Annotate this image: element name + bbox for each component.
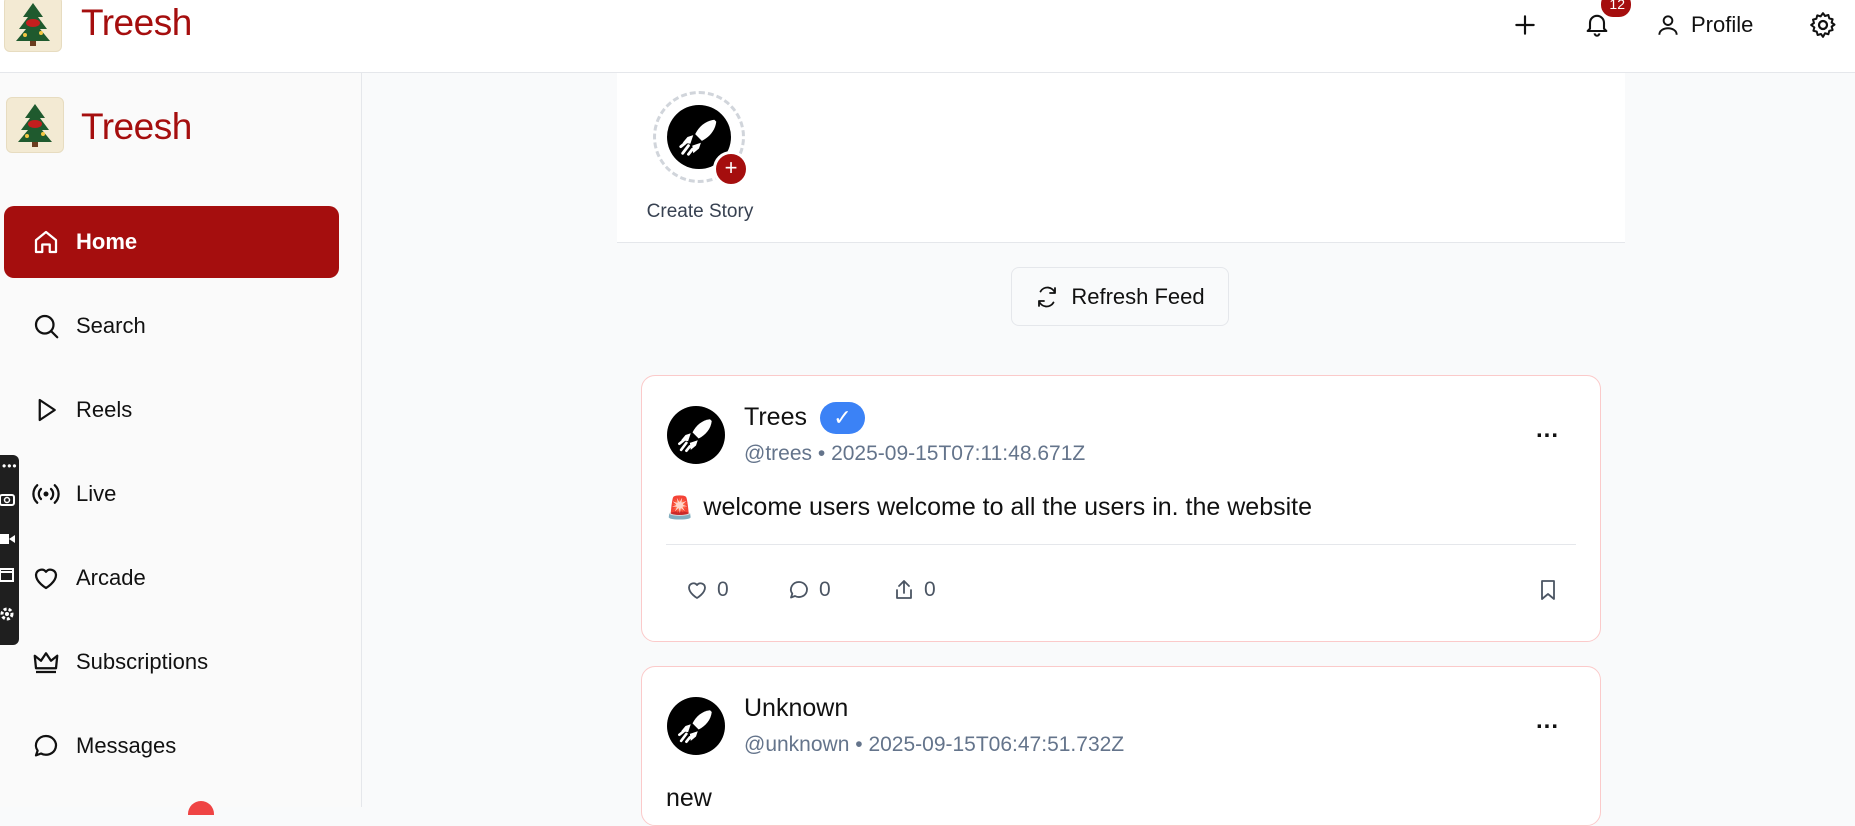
comment-icon [790, 581, 808, 599]
post-text: new [666, 784, 712, 812]
post-divider [666, 544, 1576, 545]
share-icon [896, 580, 912, 599]
play-icon [28, 392, 64, 428]
home-icon [28, 224, 64, 260]
toolbar-more-icon[interactable]: ••• [2, 459, 18, 473]
post-meta: @trees • 2025-09-15T07:11:48.671Z [744, 442, 1085, 466]
post-meta: @unknown • 2025-09-15T06:47:51.732Z [744, 733, 1124, 757]
share-button[interactable]: 0 [892, 578, 936, 602]
share-count: 0 [924, 578, 936, 601]
sidebar-item-label: Subscriptions [76, 649, 209, 674]
profile-button[interactable]: Profile [1655, 8, 1753, 42]
post-timestamp: 2025-09-15T07:11:48.671Z [831, 442, 1086, 465]
video-icon[interactable] [0, 531, 16, 547]
top-bar: Treesh 12 Profile [0, 0, 1855, 73]
verified-badge: ✓ [820, 402, 865, 434]
comment-count: 0 [819, 578, 831, 601]
sidebar-item-arcade[interactable]: Arcade [4, 542, 339, 614]
chat-icon [28, 728, 64, 764]
refresh-icon [1038, 286, 1057, 307]
crown-icon [28, 644, 64, 680]
sidebar-item-label: Search [76, 313, 146, 338]
refresh-feed-label: Refresh Feed [1071, 283, 1205, 309]
add-story-plus-icon[interactable]: + [713, 151, 749, 187]
floating-toolbar: ••• [0, 455, 19, 645]
siren-emoji: 🚨 [666, 494, 694, 520]
post-text: welcome users welcome to all the users i… [703, 493, 1313, 521]
sidebar-red-badge [188, 801, 214, 815]
app-logo[interactable] [4, 0, 62, 52]
post-more-button[interactable]: ... [1536, 416, 1559, 444]
sidebar-item-home[interactable]: Home [4, 206, 339, 278]
sidebar-item-label: Arcade [76, 565, 146, 590]
post-timestamp: 2025-09-15T06:47:51.732Z [868, 733, 1125, 756]
sidebar-item-messages[interactable]: Messages [4, 710, 339, 782]
profile-label: Profile [1691, 12, 1754, 37]
post-handle[interactable]: @unknown [744, 733, 849, 756]
plus-icon [1515, 15, 1535, 35]
sidebar-brand-name[interactable]: Treesh [81, 106, 192, 148]
stories-bar: + Create Story [617, 73, 1625, 243]
post-author-name[interactable]: Trees [744, 403, 807, 432]
rocket-icon [679, 119, 717, 156]
like-button[interactable]: 0 [685, 578, 729, 602]
tree-logo-icon [18, 104, 52, 147]
rocket-icon [678, 710, 712, 744]
sidebar: Treesh Home Search Reels Live Arcade Sub… [0, 73, 362, 815]
camera-icon[interactable] [0, 491, 16, 507]
comment-button[interactable]: 0 [787, 578, 831, 602]
sidebar-logo[interactable] [6, 97, 64, 153]
gear-icon [1810, 12, 1836, 38]
user-icon [1658, 15, 1678, 35]
post-handle[interactable]: @trees [744, 442, 812, 465]
sidebar-item-label: Messages [76, 733, 177, 758]
meta-separator: • [817, 442, 826, 465]
sidebar-item-search[interactable]: Search [4, 290, 339, 362]
meta-separator: • [855, 733, 863, 756]
bookmark-icon [1541, 580, 1555, 600]
rocket-icon [678, 419, 712, 453]
gear-icon[interactable] [0, 605, 16, 623]
post-card: Unknown @unknown • 2025-09-15T06:47:51.7… [641, 666, 1601, 826]
post-content: 🚨 welcome users welcome to all the users… [666, 493, 1312, 522]
sidebar-item-subscriptions[interactable]: Subscriptions [4, 626, 339, 698]
create-button[interactable] [1508, 8, 1542, 42]
sidebar-item-label: Home [76, 229, 138, 254]
settings-button[interactable] [1805, 7, 1841, 43]
sidebar-item-label: Reels [76, 397, 133, 422]
app-brand-name[interactable]: Treesh [81, 2, 192, 44]
avatar[interactable] [667, 406, 725, 464]
bookmark-button[interactable] [1536, 578, 1560, 602]
heart-icon [688, 582, 706, 599]
refresh-feed-button[interactable]: Refresh Feed [1011, 267, 1229, 326]
notification-count-badge: 12 [1601, 0, 1631, 17]
create-story-label: Create Story [646, 201, 754, 222]
sidebar-item-label: Live [76, 481, 117, 506]
search-icon [28, 308, 64, 344]
window-icon[interactable] [0, 567, 16, 583]
tree-logo-icon [16, 3, 50, 46]
like-count: 0 [717, 578, 729, 601]
post-author-name[interactable]: Unknown [744, 694, 848, 723]
broadcast-icon [28, 476, 64, 512]
post-content: new [666, 784, 712, 813]
sidebar-item-live[interactable]: Live [4, 458, 339, 530]
post-card: Trees ✓ @trees • 2025-09-15T07:11:48.671… [641, 375, 1601, 642]
avatar[interactable] [667, 697, 725, 755]
heart-icon [28, 560, 64, 596]
post-more-button[interactable]: ... [1536, 707, 1559, 735]
sidebar-item-reels[interactable]: Reels [4, 374, 339, 446]
